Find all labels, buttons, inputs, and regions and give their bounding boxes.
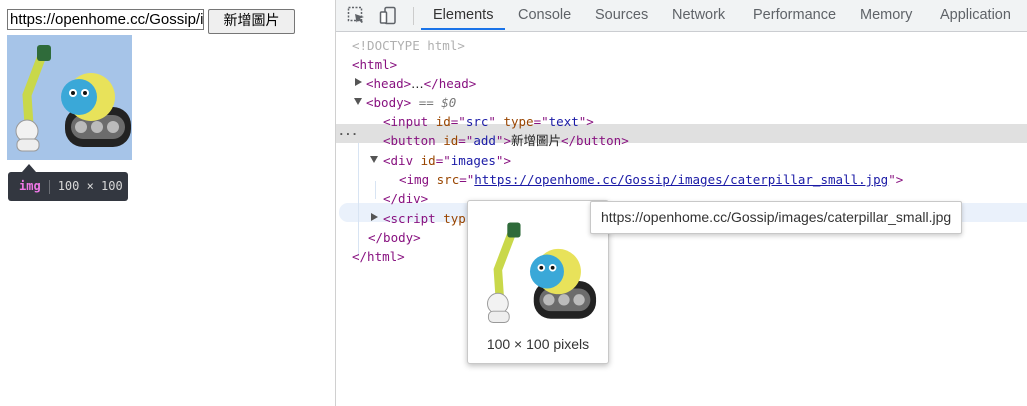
tooltip-tag: img [19, 179, 41, 193]
tooltip-caret [22, 164, 36, 172]
head-node[interactable]: <head>…</head> [366, 74, 476, 93]
img-node[interactable]: <img src="https://openhome.cc/Gossip/ima… [399, 170, 903, 189]
inspect-tooltip: img 100 × 100 [8, 172, 128, 201]
src-input[interactable]: https://openhome.cc/Gossip/images/caterp… [7, 9, 204, 30]
indent-guide [375, 181, 376, 199]
div-close-node[interactable]: </div> [383, 189, 428, 208]
active-tab-indicator [421, 28, 505, 30]
inspect-element-icon[interactable] [347, 6, 366, 25]
input-node[interactable]: <input id="src" type="text"> [383, 112, 594, 131]
button-node[interactable]: <button id="add">新增圖片</button> [383, 131, 629, 150]
url-tooltip: https://openhome.cc/Gossip/images/caterp… [590, 201, 963, 234]
toolbar-separator [413, 7, 414, 25]
body-node[interactable]: <body> == $0 [366, 93, 456, 112]
caterpillar-image[interactable] [7, 35, 132, 160]
tooltip-size: 100 × 100 [57, 179, 123, 193]
preview-caption: 100 × 100 pixels [486, 336, 590, 352]
caterpillar-preview-picture [487, 222, 597, 323]
tab-network[interactable]: Network [672, 0, 725, 31]
tab-sources[interactable]: Sources [595, 0, 648, 31]
indent-guide [358, 143, 359, 256]
img-src-link[interactable]: https://openhome.cc/Gossip/images/caterp… [474, 172, 888, 187]
tab-elements[interactable]: Elements [433, 0, 493, 31]
body-close-node[interactable]: </body> [368, 228, 421, 247]
expand-arrow-icon[interactable] [355, 78, 362, 86]
devtools-toolbar: Elements Console Sources Network Perform… [336, 0, 1027, 32]
caterpillar-picture [15, 45, 131, 152]
html-node[interactable]: <html> [352, 55, 397, 74]
tab-console[interactable]: Console [518, 0, 571, 31]
div-images-node[interactable]: <div id="images"> [383, 151, 511, 170]
expand-arrow-icon[interactable] [371, 213, 378, 221]
tab-application[interactable]: Application [940, 0, 1011, 31]
more-actions-icon[interactable]: ... [338, 125, 358, 138]
tab-memory[interactable]: Memory [860, 0, 912, 31]
collapse-arrow-icon[interactable] [370, 156, 378, 163]
doctype-node[interactable]: <!DOCTYPE html> [352, 36, 465, 55]
device-toggle-icon[interactable] [379, 6, 398, 25]
image-preview-popup: 100 × 100 pixels [467, 200, 609, 364]
html-close-node[interactable]: </html> [352, 247, 405, 266]
collapse-arrow-icon[interactable] [354, 98, 362, 105]
add-image-button[interactable]: 新增圖片 [208, 9, 295, 34]
tab-performance[interactable]: Performance [753, 0, 836, 31]
script-node[interactable]: <script typ [383, 209, 466, 228]
tooltip-divider [48, 179, 50, 194]
